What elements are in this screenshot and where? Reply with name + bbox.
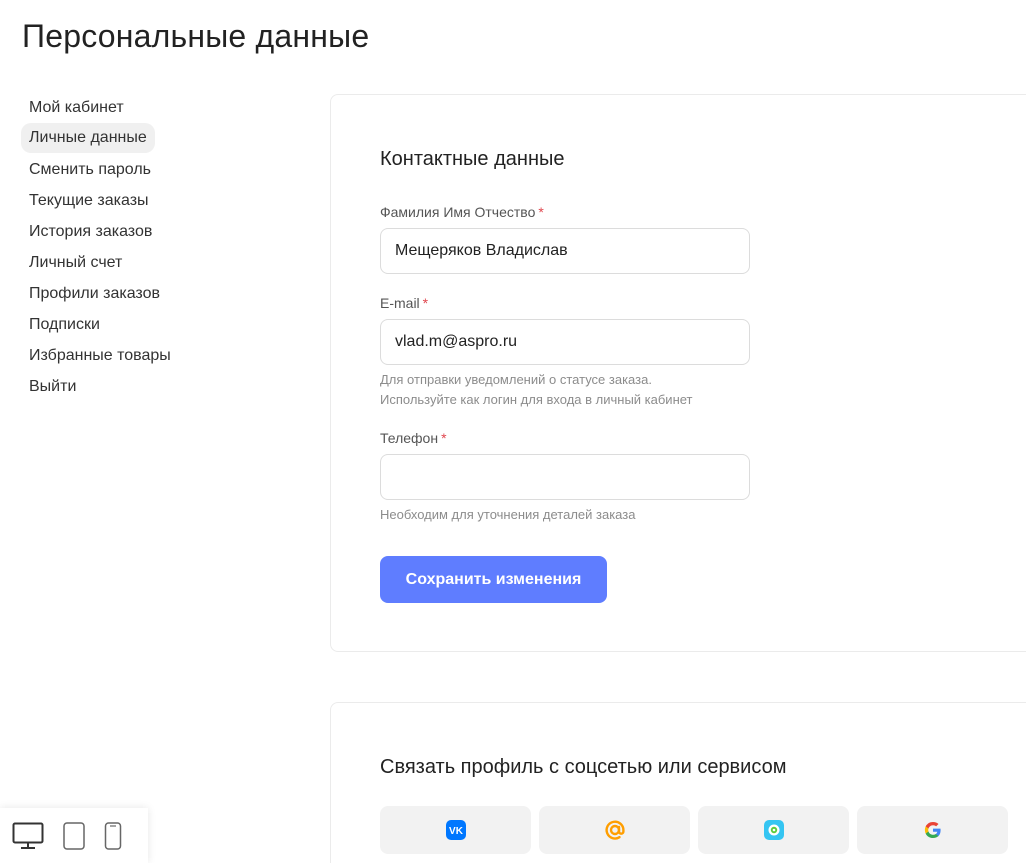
sidebar: Мой кабинет Личные данные Сменить пароль…	[21, 92, 301, 402]
social-card-title: Связать профиль с соцсетью или сервисом	[380, 756, 787, 778]
email-hint-line-1: Для отправки уведомлений о статусе заказ…	[380, 372, 652, 387]
ok-button[interactable]	[698, 806, 849, 854]
desktop-icon	[12, 822, 44, 849]
required-mark: *	[538, 204, 544, 220]
full-name-label-text: Фамилия Имя Отчество	[380, 204, 536, 220]
tablet-view-button[interactable]	[62, 821, 86, 850]
email-label-text: E-mail	[380, 295, 420, 311]
sidebar-item-order-profiles[interactable]: Профили заказов	[21, 278, 168, 309]
page-title: Персональные данные	[22, 18, 370, 54]
email-hint-line-2: Используйте как логин для входа в личный…	[380, 392, 693, 407]
save-changes-button[interactable]: Сохранить изменения	[380, 556, 607, 603]
mobile-view-button[interactable]	[104, 821, 122, 850]
vk-button[interactable]: VK	[380, 806, 531, 854]
sidebar-item-current-orders[interactable]: Текущие заказы	[21, 185, 157, 216]
page: Персональные данные Мой кабинет Личные д…	[0, 0, 1026, 863]
full-name-input[interactable]	[380, 228, 750, 274]
full-name-label: Фамилия Имя Отчество *	[380, 204, 544, 220]
email-input[interactable]	[380, 319, 750, 365]
required-mark: *	[422, 295, 429, 311]
google-icon	[924, 822, 941, 838]
vk-icon: VK	[445, 820, 466, 840]
phone-hint: Необходим для уточнения деталей заказа	[380, 507, 636, 522]
social-card: Связать профиль с соцсетью или сервисом …	[330, 702, 1026, 863]
desktop-view-button[interactable]	[12, 822, 44, 850]
phone-label: Телефон *	[380, 430, 447, 446]
sidebar-item-favorites[interactable]: Избранные товары	[21, 340, 179, 371]
device-switcher	[0, 808, 148, 863]
social-buttons: VK	[380, 806, 1008, 854]
phone-input[interactable]	[380, 454, 750, 500]
mail-ru-icon	[604, 820, 625, 840]
sidebar-item-order-history[interactable]: История заказов	[21, 216, 160, 247]
sidebar-item-personal-data[interactable]: Личные данные	[21, 123, 155, 153]
email-label: E-mail *	[380, 295, 428, 311]
sidebar-item-my-cabinet[interactable]: Мой кабинет	[21, 92, 132, 123]
required-mark: *	[441, 430, 447, 446]
sidebar-item-logout[interactable]: Выйти	[21, 371, 84, 402]
contacts-card: Контактные данные Фамилия Имя Отчество * …	[330, 94, 1026, 652]
sidebar-item-subscriptions[interactable]: Подписки	[21, 309, 108, 340]
tablet-icon	[63, 821, 85, 850]
contacts-card-title: Контактные данные	[380, 148, 565, 170]
mail-ru-button[interactable]	[539, 806, 690, 854]
sidebar-item-change-password[interactable]: Сменить пароль	[21, 154, 159, 185]
phone-label-text: Телефон	[380, 430, 439, 446]
google-button[interactable]	[857, 806, 1008, 854]
email-hint: Для отправки уведомлений о статусе заказ…	[380, 370, 693, 410]
sidebar-item-personal-account[interactable]: Личный счет	[21, 247, 130, 278]
mobile-icon	[104, 821, 122, 850]
odnoklassniki-icon	[763, 820, 784, 840]
svg-text:VK: VK	[449, 826, 464, 837]
